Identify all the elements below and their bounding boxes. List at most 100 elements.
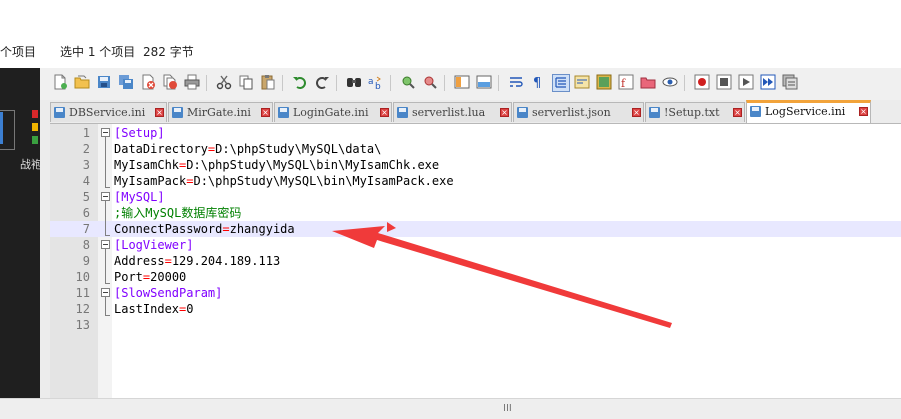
tab-close-icon[interactable]: × — [859, 107, 868, 116]
ini-value: D:\phpStudy\MySQL\bin\MyIsamPack.exe — [193, 174, 453, 188]
ini-key: Port — [114, 270, 143, 284]
saved-file-icon — [172, 107, 183, 118]
explorer-status-bar: 个项目 选中 1 个项目 282 字节 — [0, 0, 901, 68]
code-text: MyIsamPack=D:\phpStudy\MySQL\bin\MyIsamP… — [114, 173, 454, 189]
editor-line[interactable]: 5 [MySQL] — [50, 189, 901, 205]
tab-close-icon[interactable]: × — [155, 108, 164, 117]
fold-end — [105, 315, 110, 316]
editor-line[interactable]: 10 Port=20000 — [50, 269, 901, 285]
find-icon[interactable] — [346, 74, 362, 90]
line-number: 11 — [50, 285, 90, 301]
line-number: 4 — [50, 173, 90, 189]
code-text: ConnectPassword=zhangyida — [114, 221, 295, 237]
editor-line[interactable]: 2 DataDirectory=D:\phpStudy\MySQL\data\ — [50, 141, 901, 157]
line-number: 10 — [50, 269, 90, 285]
udl-icon[interactable] — [574, 74, 590, 90]
open-file-icon[interactable] — [74, 74, 90, 90]
tab-logingate[interactable]: LoginGate.ini × — [274, 102, 392, 122]
fold-toggle-icon[interactable] — [101, 192, 110, 201]
close-file-icon[interactable] — [140, 74, 156, 90]
editor-line[interactable]: 13 — [50, 317, 901, 333]
fold-guide — [105, 201, 106, 236]
fold-toggle-icon[interactable] — [101, 128, 110, 137]
line-number: 13 — [50, 317, 90, 333]
line-number: 5 — [50, 189, 90, 205]
undo-icon[interactable] — [292, 74, 308, 90]
new-file-icon[interactable] — [52, 74, 68, 90]
stop-macro-icon[interactable] — [716, 74, 732, 90]
doc-map-icon[interactable] — [596, 74, 612, 90]
tab-logservice[interactable]: LogService.ini × — [746, 100, 871, 123]
ini-key: LastIndex — [114, 302, 179, 316]
code-text: [Setup] — [114, 125, 165, 141]
scroll-grip-icon[interactable]: III — [503, 403, 512, 414]
comment-text: ;输入MySQL数据库密码 — [114, 206, 241, 220]
line-number: 7 — [50, 221, 90, 237]
fold-toggle-icon[interactable] — [101, 240, 110, 249]
editor-line[interactable]: 4 MyIsamPack=D:\phpStudy\MySQL\bin\MyIsa… — [50, 173, 901, 189]
code-editor[interactable]: 1 [Setup] 2 DataDirectory=D:\phpStudy\My… — [50, 124, 901, 398]
tab-dbservice[interactable]: DBService.ini × — [50, 102, 167, 122]
item-count-text: 个项目 — [0, 43, 36, 60]
ini-key: MyIsamChk — [114, 158, 179, 172]
close-all-icon[interactable] — [162, 74, 178, 90]
tab-close-icon[interactable]: × — [261, 108, 270, 117]
tab-label: LoginGate.ini — [293, 106, 368, 119]
tab-label: LogService.ini — [765, 105, 845, 118]
tab-setup-txt[interactable]: !Setup.txt × — [645, 102, 745, 122]
editor-line[interactable]: 6 ;输入MySQL数据库密码 — [50, 205, 901, 221]
replace-icon[interactable]: ab — [368, 74, 384, 90]
editor-line[interactable]: 12 LastIndex=0 — [50, 301, 901, 317]
folder-workspace-icon[interactable] — [640, 74, 656, 90]
word-wrap-icon[interactable] — [508, 74, 524, 90]
line-number: 12 — [50, 301, 90, 317]
function-list-icon[interactable]: f — [618, 74, 634, 90]
fold-guide — [105, 297, 106, 316]
yellow-flag-icon — [32, 123, 38, 131]
selected-count-text: 选中 1 个项目 — [60, 43, 135, 60]
save-all-icon[interactable] — [118, 74, 134, 90]
show-all-chars-icon[interactable]: ¶ — [530, 74, 546, 90]
monitor-icon[interactable] — [662, 74, 678, 90]
sync-vertical-icon[interactable] — [454, 74, 470, 90]
svg-text:a: a — [368, 77, 374, 87]
tab-serverlist-json[interactable]: serverlist.json × — [513, 102, 644, 122]
line-number: 2 — [50, 141, 90, 157]
editor-line[interactable]: 3 MyIsamChk=D:\phpStudy\MySQL\bin\MyIsam… — [50, 157, 901, 173]
editor-line[interactable]: 1 [Setup] — [50, 125, 901, 141]
editor-line[interactable]: 8 [LogViewer] — [50, 237, 901, 253]
tab-mirgate[interactable]: MirGate.ini × — [168, 102, 273, 122]
code-text: Address=129.204.189.113 — [114, 253, 280, 269]
ini-value: 0 — [186, 302, 193, 316]
paste-icon[interactable] — [260, 74, 276, 90]
run-macro-multiple-icon[interactable] — [760, 74, 776, 90]
fold-toggle-icon[interactable] — [101, 288, 110, 297]
cut-icon[interactable] — [216, 74, 232, 90]
tab-label: !Setup.txt — [664, 106, 720, 119]
fold-guide — [105, 137, 106, 188]
tab-label: MirGate.ini — [187, 106, 251, 119]
zoom-in-icon[interactable] — [400, 74, 416, 90]
bottom-scrollbar[interactable]: III — [0, 398, 901, 419]
copy-icon[interactable] — [238, 74, 254, 90]
editor-line-current[interactable]: 7 ConnectPassword=zhangyida — [50, 221, 901, 237]
save-macro-icon[interactable] — [782, 74, 798, 90]
tab-close-icon[interactable]: × — [500, 108, 509, 117]
print-icon[interactable] — [184, 74, 200, 90]
tab-serverlist-lua[interactable]: serverlist.lua × — [393, 102, 512, 122]
tab-close-icon[interactable]: × — [380, 108, 389, 117]
save-icon[interactable] — [96, 74, 112, 90]
indent-guide-icon[interactable] — [552, 74, 570, 92]
editor-line[interactable]: 9 Address=129.204.189.113 — [50, 253, 901, 269]
tab-close-icon[interactable]: × — [632, 108, 641, 117]
code-text: [MySQL] — [114, 189, 165, 205]
tab-close-icon[interactable]: × — [733, 108, 742, 117]
redo-icon[interactable] — [314, 74, 330, 90]
editor-line[interactable]: 11 [SlowSendParam] — [50, 285, 901, 301]
section-header: [Setup] — [114, 126, 165, 140]
sync-horizontal-icon[interactable] — [476, 74, 492, 90]
play-macro-icon[interactable] — [738, 74, 754, 90]
zoom-out-icon[interactable] — [422, 74, 438, 90]
record-macro-icon[interactable] — [694, 74, 710, 90]
selected-indicator — [0, 112, 3, 144]
